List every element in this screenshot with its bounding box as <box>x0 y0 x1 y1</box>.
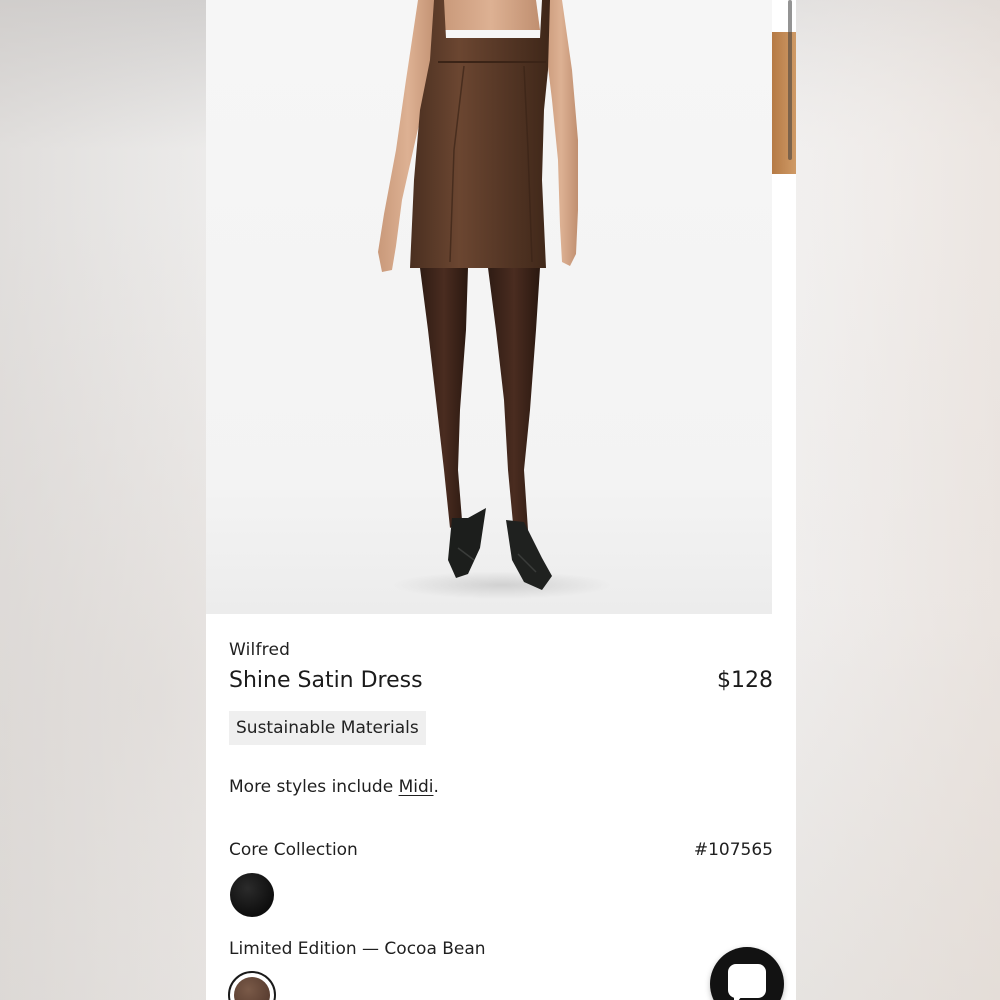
swatch-black[interactable] <box>230 873 274 917</box>
product-image[interactable] <box>206 0 772 614</box>
swatch-cocoa-bean[interactable] <box>234 977 270 1000</box>
sustainable-materials-badge[interactable]: Sustainable Materials <box>229 711 426 745</box>
chat-bubble-icon <box>728 964 766 1000</box>
scroll-indicator[interactable] <box>788 0 792 160</box>
product-page: Wilfred Shine Satin Dress $128 Sustainab… <box>206 0 796 1000</box>
brand-name[interactable]: Wilfred <box>229 640 290 660</box>
background-blur-right <box>796 0 1000 1000</box>
more-styles-prefix: More styles include <box>229 777 399 797</box>
product-info: Wilfred Shine Satin Dress $128 Sustainab… <box>206 614 796 1000</box>
collection-label: Core Collection <box>229 840 358 860</box>
more-styles-text: More styles include Midi. <box>229 777 439 797</box>
midi-link[interactable]: Midi <box>399 777 434 797</box>
background-blur-left <box>0 0 206 1000</box>
more-styles-suffix: . <box>433 777 439 797</box>
badge-label: Sustainable Materials <box>236 718 419 738</box>
screenshot-frame: Wilfred Shine Satin Dress $128 Sustainab… <box>0 0 1000 1000</box>
model-photo <box>378 0 612 599</box>
style-number: #107565 <box>693 840 773 860</box>
swatch-cocoa-bean-selected[interactable] <box>228 971 276 1000</box>
limited-edition-label: Limited Edition — Cocoa Bean <box>229 939 486 959</box>
chat-button[interactable] <box>710 947 784 1000</box>
next-image-preview[interactable] <box>772 32 796 174</box>
product-title: Shine Satin Dress <box>229 668 423 693</box>
product-price: $128 <box>717 668 773 693</box>
